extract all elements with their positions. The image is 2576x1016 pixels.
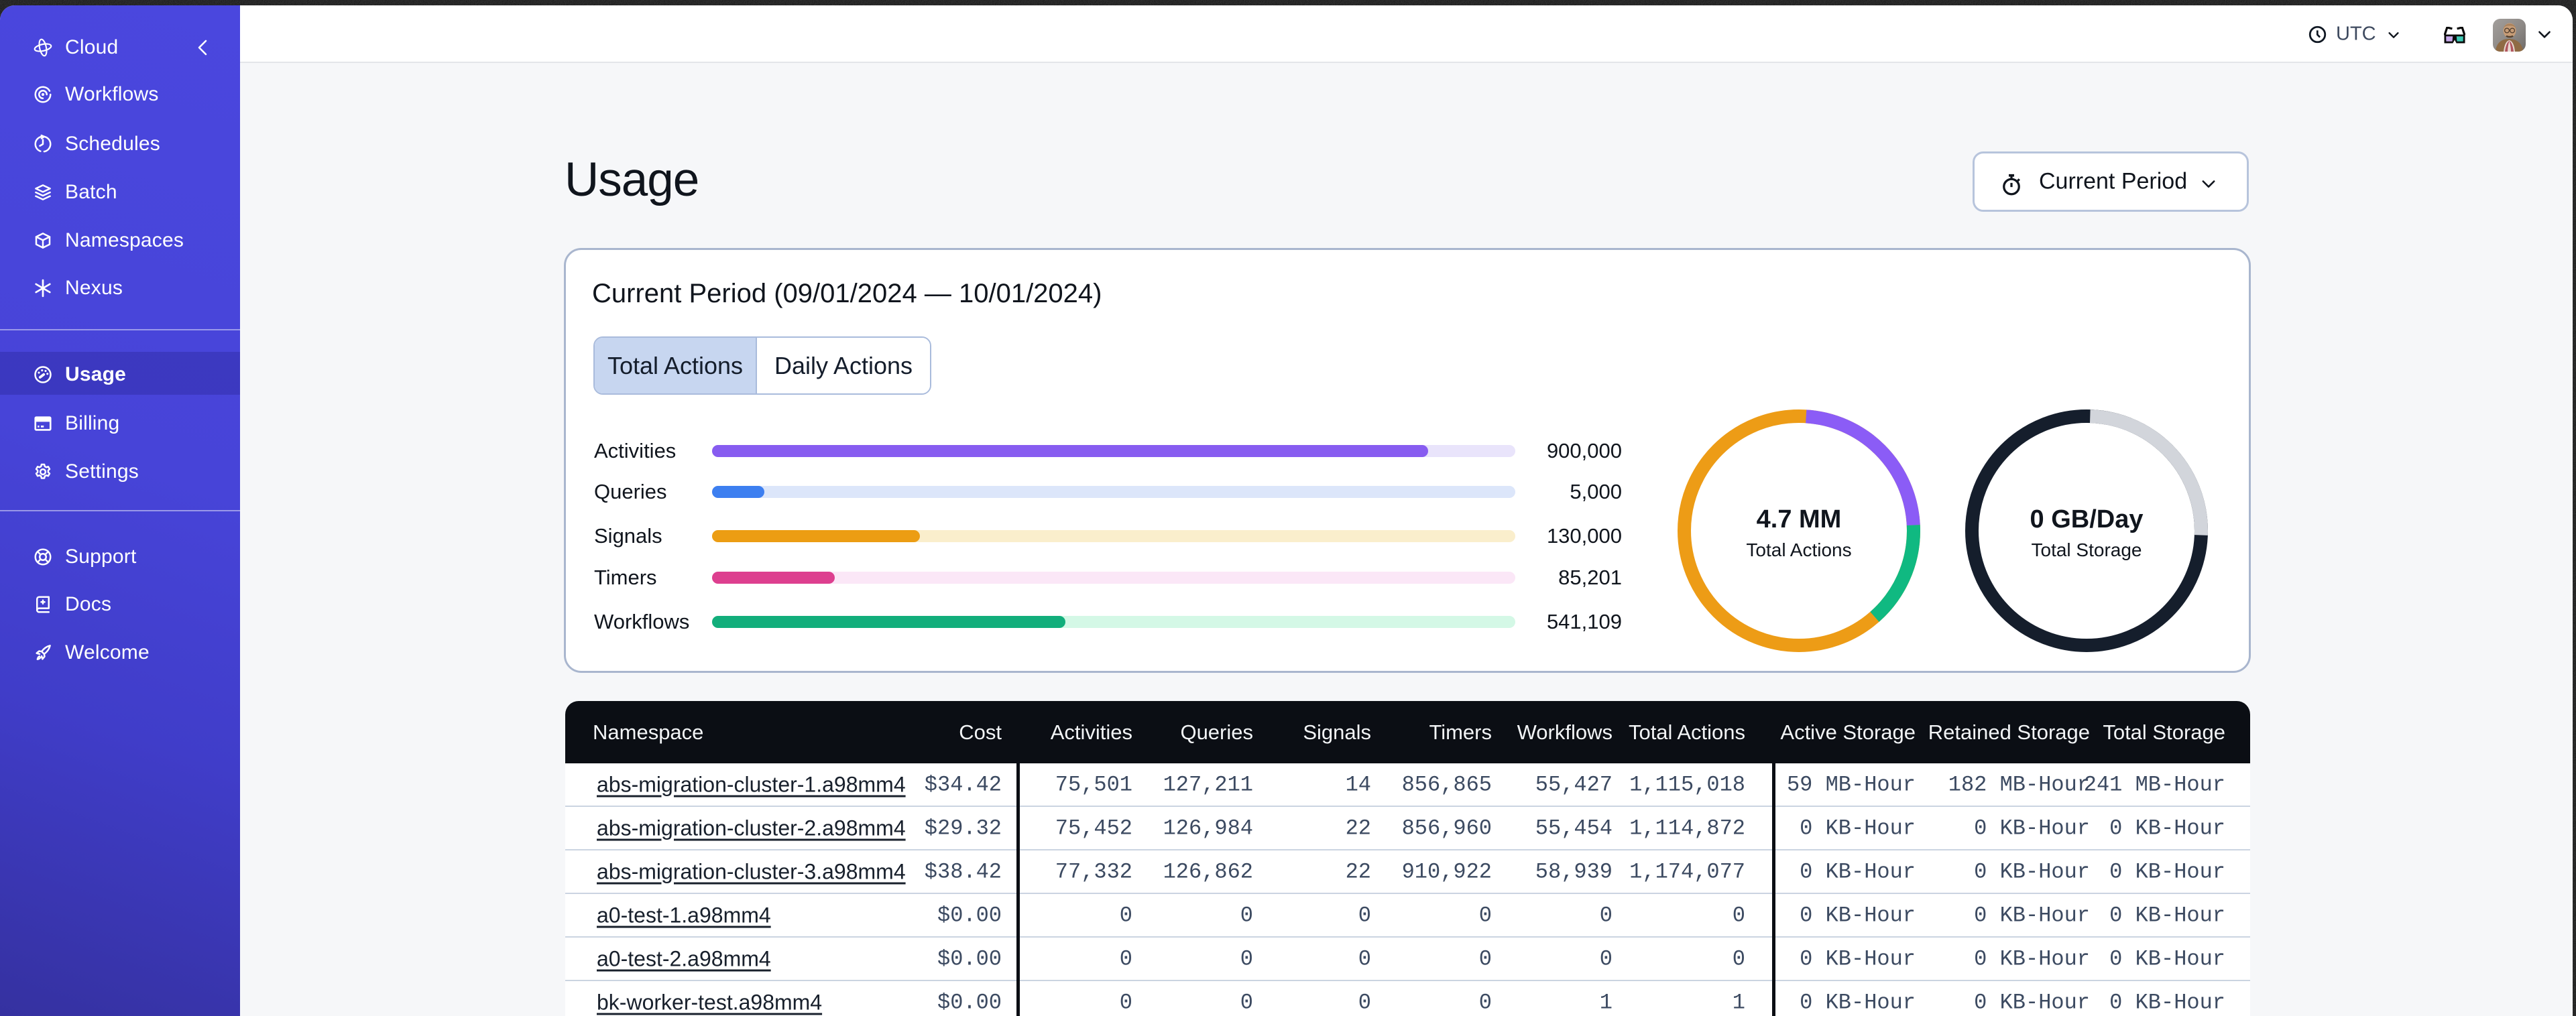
svg-text:Total Actions: Total Actions bbox=[1746, 539, 1851, 560]
svg-text:Total Storage: Total Storage bbox=[2032, 539, 2142, 560]
svg-text:4.7 MM: 4.7 MM bbox=[1757, 505, 1842, 533]
svg-text:0 GB/Day: 0 GB/Day bbox=[2030, 505, 2144, 533]
